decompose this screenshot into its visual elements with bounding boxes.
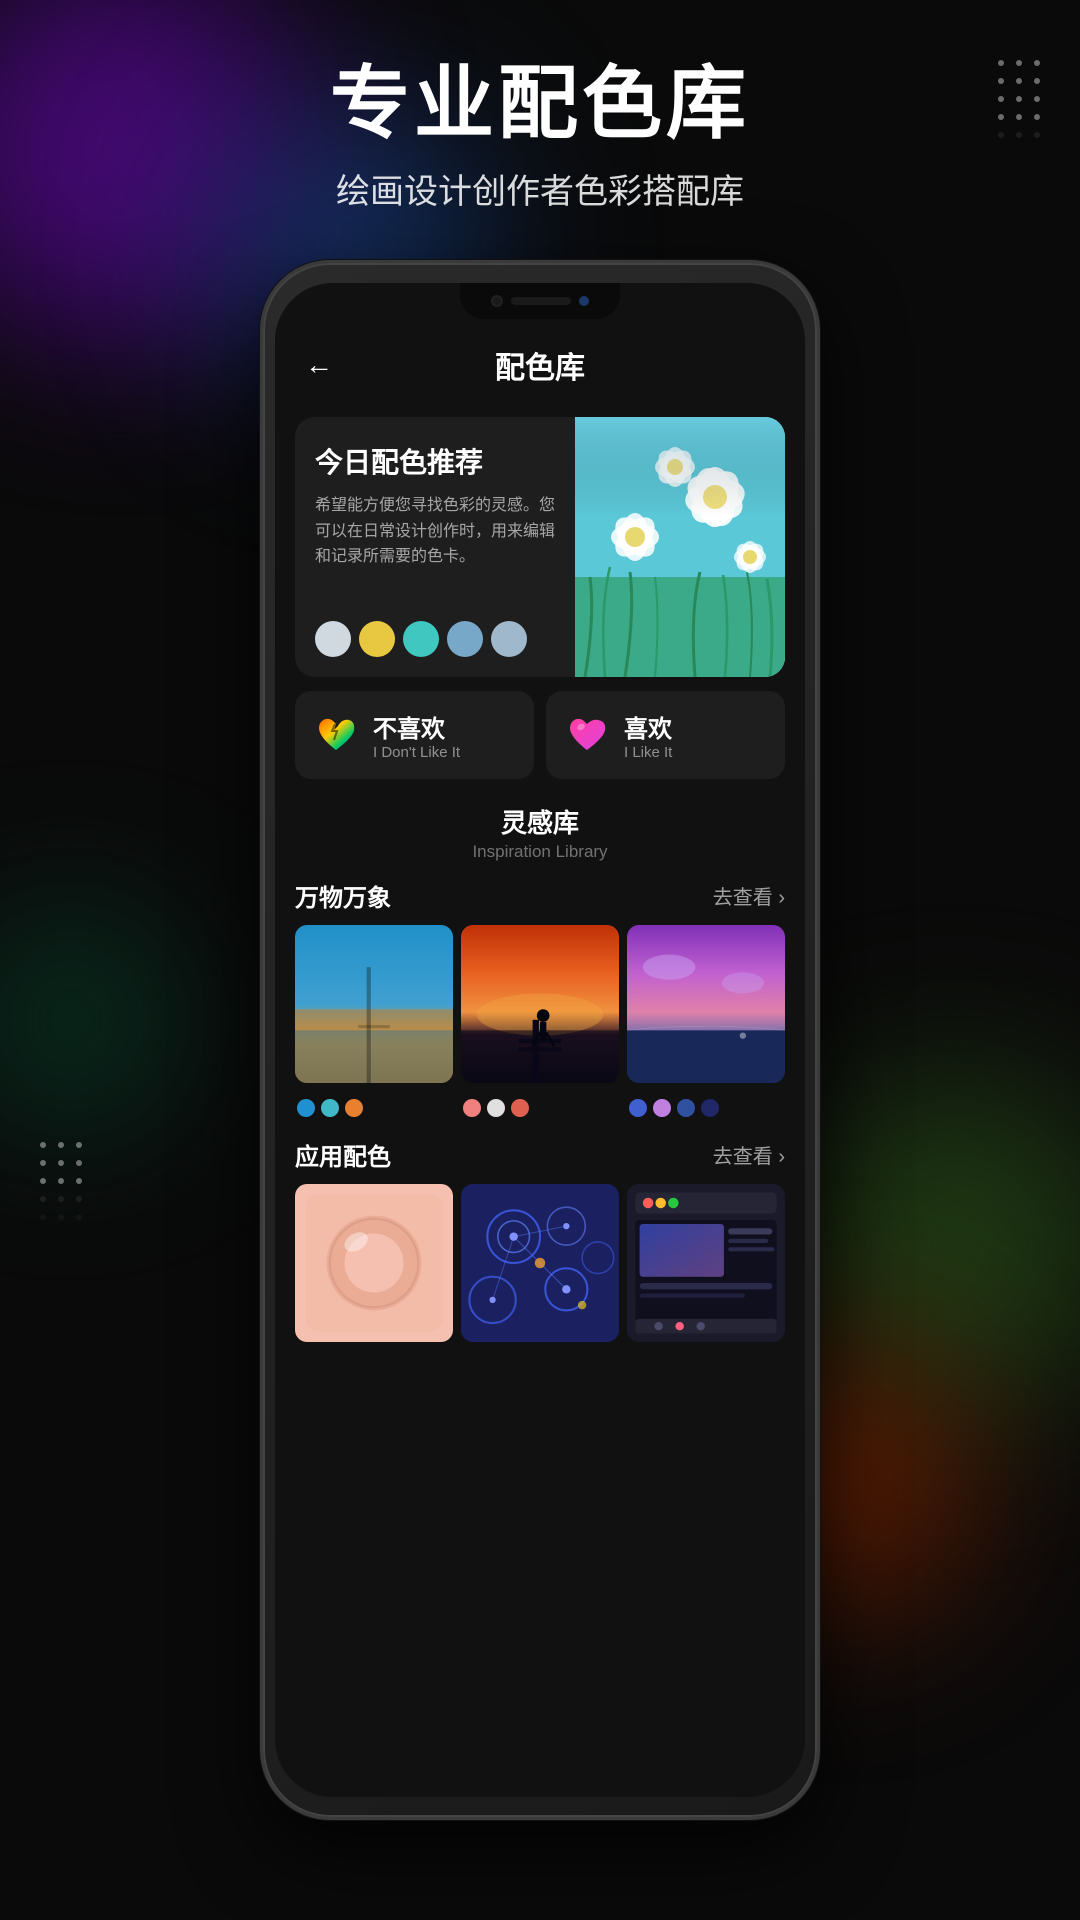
category-1-link[interactable]: 去查看 ›	[713, 881, 785, 910]
phone-mockup: ← 配色库 今日配色推荐 希望能方便您寻找色彩的灵感。您可以在日常设计创作时，用…	[260, 260, 820, 1820]
daily-card-left: 今日配色推荐 希望能方便您寻找色彩的灵感。您可以在日常设计创作时，用来编辑和记录…	[295, 417, 575, 677]
header-section: 专业配色库 绘画设计创作者色彩搭配库	[0, 60, 1080, 213]
dot	[629, 1099, 647, 1117]
dot	[321, 1099, 339, 1117]
daily-color-card: 今日配色推荐 希望能方便您寻找色彩的灵感。您可以在日常设计创作时，用来编辑和记录…	[295, 417, 785, 677]
inspiration-title-cn: 灵感库	[295, 803, 785, 840]
dot	[487, 1099, 505, 1117]
landscape-1[interactable]	[295, 925, 453, 1083]
category-2-name: 应用配色	[295, 1137, 391, 1172]
dot	[297, 1099, 315, 1117]
swatch-5	[491, 621, 527, 657]
swatch-2	[359, 621, 395, 657]
category-1-name: 万物万象	[295, 878, 391, 913]
like-icon	[562, 710, 612, 760]
action-buttons: 不喜欢 I Don't Like It	[295, 691, 785, 779]
sub-title: 绘画设计创作者色彩搭配库	[0, 164, 1080, 213]
landscape-2[interactable]	[461, 925, 619, 1083]
dislike-icon	[311, 710, 361, 760]
notch-light	[579, 296, 589, 306]
image-grid-1	[295, 925, 785, 1083]
dislike-text: 不喜欢 I Don't Like It	[373, 709, 460, 761]
dot	[701, 1099, 719, 1117]
like-button[interactable]: 喜欢 I Like It	[546, 691, 785, 779]
phone-outer: ← 配色库 今日配色推荐 希望能方便您寻找色彩的灵感。您可以在日常设计创作时，用…	[260, 260, 820, 1820]
dot-pattern-left	[40, 1142, 82, 1220]
dot	[511, 1099, 529, 1117]
back-button[interactable]: ←	[305, 349, 333, 381]
category-2-link[interactable]: 去查看 ›	[713, 1140, 785, 1169]
app-image-2[interactable]	[461, 1184, 619, 1342]
landscape-3[interactable]	[627, 925, 785, 1083]
app-image-1[interactable]	[295, 1184, 453, 1342]
app-content: ← 配色库 今日配色推荐 希望能方便您寻找色彩的灵感。您可以在日常设计创作时，用…	[275, 283, 805, 1797]
phone-btn-power	[818, 573, 820, 703]
dot	[653, 1099, 671, 1117]
inspiration-section-header: 灵感库 Inspiration Library	[275, 793, 805, 866]
daily-card-desc: 希望能方便您寻找色彩的灵感。您可以在日常设计创作时，用来编辑和记录所需要的色卡。	[315, 493, 555, 607]
color-swatches	[315, 621, 555, 657]
color-dots-2	[461, 1099, 619, 1117]
phone-notch	[460, 283, 620, 319]
swatch-4	[447, 621, 483, 657]
image-grid-2	[295, 1184, 785, 1342]
dislike-button[interactable]: 不喜欢 I Don't Like It	[295, 691, 534, 779]
category-1-header: 万物万象 去查看 ›	[295, 878, 785, 913]
swatch-1	[315, 621, 351, 657]
phone-btn-vol-down	[260, 683, 262, 783]
swatch-3	[403, 621, 439, 657]
color-dots-1	[295, 1099, 453, 1117]
daily-card-image	[575, 417, 785, 677]
bg-decoration-5	[0, 920, 170, 1120]
category-2-header: 应用配色 去查看 ›	[295, 1137, 785, 1172]
dot	[345, 1099, 363, 1117]
daily-card-title: 今日配色推荐	[315, 441, 555, 481]
app-title: 配色库	[495, 343, 585, 387]
category-1: 万物万象 去查看 ›	[295, 878, 785, 1117]
phone-btn-silent	[260, 463, 262, 523]
color-dots-3	[627, 1099, 785, 1117]
category-2: 应用配色 去查看 ›	[295, 1137, 785, 1342]
notch-camera	[491, 295, 503, 307]
notch-speaker	[511, 297, 571, 305]
like-text: 喜欢 I Like It	[624, 709, 672, 761]
inspiration-title-en: Inspiration Library	[295, 842, 785, 862]
phone-screen: ← 配色库 今日配色推荐 希望能方便您寻找色彩的灵感。您可以在日常设计创作时，用…	[275, 283, 805, 1797]
dot	[677, 1099, 695, 1117]
dot	[463, 1099, 481, 1117]
flower-svg	[575, 417, 785, 677]
phone-btn-vol-up	[260, 553, 262, 653]
main-title: 专业配色库	[0, 60, 1080, 148]
app-image-3[interactable]	[627, 1184, 785, 1342]
